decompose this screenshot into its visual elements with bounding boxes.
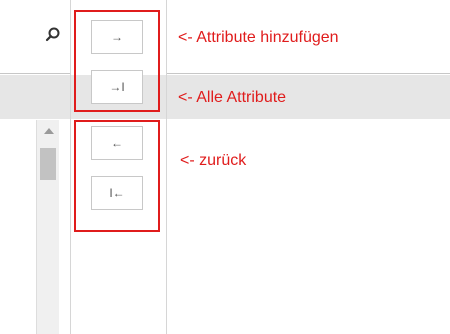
remove-buttons-highlight-box bbox=[74, 120, 160, 232]
scroll-up-arrow-icon[interactable] bbox=[44, 128, 54, 134]
annotation-all-attributes: <- Alle Attribute bbox=[178, 89, 287, 106]
annotation-back: <- zurück bbox=[180, 152, 247, 169]
search-icon[interactable] bbox=[44, 26, 62, 44]
add-buttons-highlight-box bbox=[74, 10, 160, 112]
available-attributes-panel bbox=[0, 0, 70, 334]
panel-divider bbox=[167, 73, 450, 74]
annotation-add-attributes: <- Attribute hinzufügen bbox=[178, 29, 339, 46]
panel-divider bbox=[0, 73, 70, 74]
scrollbar-thumb[interactable] bbox=[40, 148, 56, 180]
list-row-highlight[interactable] bbox=[0, 75, 70, 119]
